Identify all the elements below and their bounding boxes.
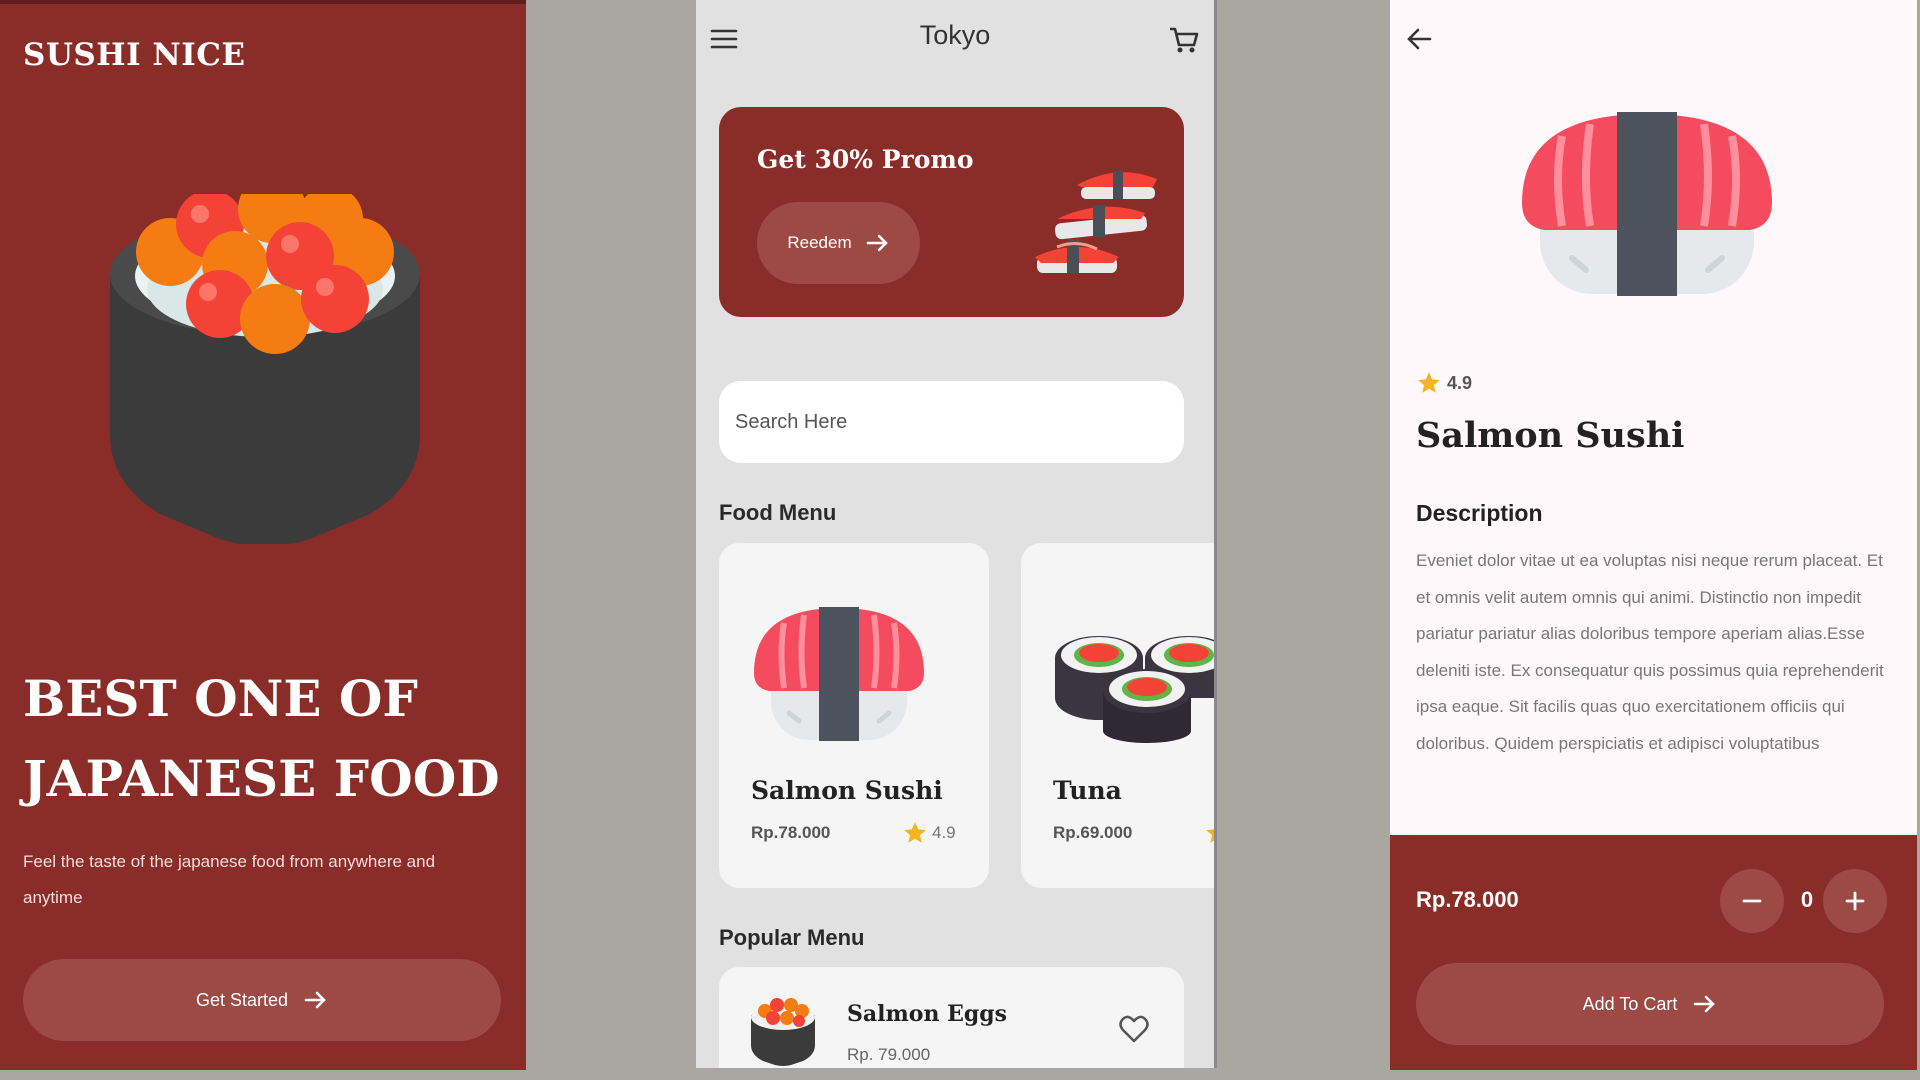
checkout-panel: Rp.78.000 0 Add To Cart	[1390, 835, 1917, 1070]
star-icon	[1418, 372, 1440, 393]
detail-rating: 4.9	[1416, 370, 1472, 396]
promo-title: Get 30% Promo	[757, 145, 974, 174]
arrow-right-icon	[304, 991, 326, 1009]
splash-screen: SUSHI NICE BEST ONE OF JAPANESE FOOD Fee…	[0, 0, 526, 1070]
heart-icon[interactable]	[1119, 1015, 1149, 1043]
food-name: Tuna	[1053, 776, 1122, 805]
food-card[interactable]: Salmon Sushi Rp.78.000 4.9	[719, 543, 989, 888]
decrease-quantity-button[interactable]	[1720, 869, 1784, 933]
salmon-eggs-illustration	[751, 998, 815, 1066]
tuna-roll-illustration	[1055, 636, 1214, 743]
star-icon	[1206, 828, 1214, 843]
add-to-cart-button[interactable]: Add To Cart	[1416, 963, 1884, 1045]
arrow-right-icon	[866, 234, 888, 252]
popular-menu-item[interactable]: Salmon Eggs Rp. 79.000	[719, 967, 1184, 1068]
description-heading: Description	[1416, 500, 1543, 526]
food-menu-title: Food Menu	[719, 500, 837, 525]
get-started-button[interactable]: Get Started	[23, 959, 501, 1041]
ikura-sushi-illustration	[110, 194, 420, 544]
food-rating	[1204, 820, 1214, 846]
brand-logo-text: SUSHI NICE	[23, 37, 246, 73]
star-icon	[904, 822, 926, 843]
back-arrow-icon[interactable]	[1406, 27, 1432, 51]
food-name: Salmon Sushi	[751, 776, 943, 805]
description-text: Eveniet dolor vitae ut ea voluptas nisi …	[1416, 551, 1884, 753]
food-rating-value: 4.9	[932, 823, 956, 842]
redeem-label: Reedem	[787, 233, 852, 252]
salmon-sushi-illustration	[754, 607, 924, 741]
cart-icon[interactable]	[1168, 24, 1200, 56]
food-card[interactable]: Tuna Rp.69.000	[1021, 543, 1214, 888]
popular-menu-title: Popular Menu	[719, 925, 865, 950]
search-input[interactable]	[719, 381, 1184, 463]
food-price: Rp.69.000	[1053, 823, 1133, 842]
salmon-sushi-illustration	[1522, 112, 1772, 296]
get-started-label: Get Started	[195, 989, 289, 1010]
home-screen: Tokyo Get 30% Promo Reedem Food Menu	[696, 0, 1217, 1068]
food-rating: 4.9	[902, 820, 956, 846]
quantity-value: 0	[1800, 887, 1814, 912]
plus-icon	[1845, 891, 1865, 911]
redeem-button[interactable]: Reedem	[757, 202, 920, 284]
promo-banner: Get 30% Promo Reedem	[719, 107, 1184, 317]
product-price: Rp.78.000	[1416, 887, 1519, 912]
popular-item-name: Salmon Eggs	[847, 1001, 1008, 1027]
add-to-cart-label: Add To Cart	[1582, 993, 1678, 1014]
popular-item-price: Rp. 79.000	[847, 1045, 931, 1064]
detail-rating-value: 4.9	[1447, 372, 1473, 393]
arrow-right-icon	[1694, 995, 1716, 1013]
food-price: Rp.78.000	[751, 823, 831, 842]
sushi-stack-illustration	[1035, 171, 1157, 273]
location-title: Tokyo	[919, 20, 991, 50]
product-title: Salmon Sushi	[1416, 415, 1685, 456]
hero-tagline: Feel the taste of the japanese food from…	[23, 852, 436, 907]
detail-screen: 4.9 Salmon Sushi Description Eveniet dol…	[1390, 0, 1917, 1070]
hero-headline: BEST ONE OF JAPANESE FOOD	[23, 669, 500, 808]
increase-quantity-button[interactable]	[1823, 869, 1887, 933]
minus-icon	[1742, 899, 1762, 903]
